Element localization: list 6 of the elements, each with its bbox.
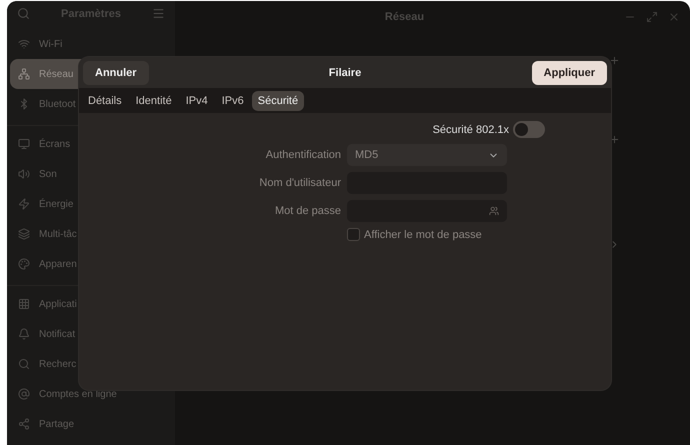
dialog-title: Filaire: [328, 66, 362, 78]
field-label: Mot de passe: [274, 205, 341, 217]
toggle-label: Sécurité 802.1x: [432, 124, 509, 136]
checkbox-label: Afficher le mot de passe: [364, 228, 482, 240]
field-label: Nom d'utilisateur: [258, 177, 341, 189]
field-label: Authentification: [264, 149, 341, 161]
